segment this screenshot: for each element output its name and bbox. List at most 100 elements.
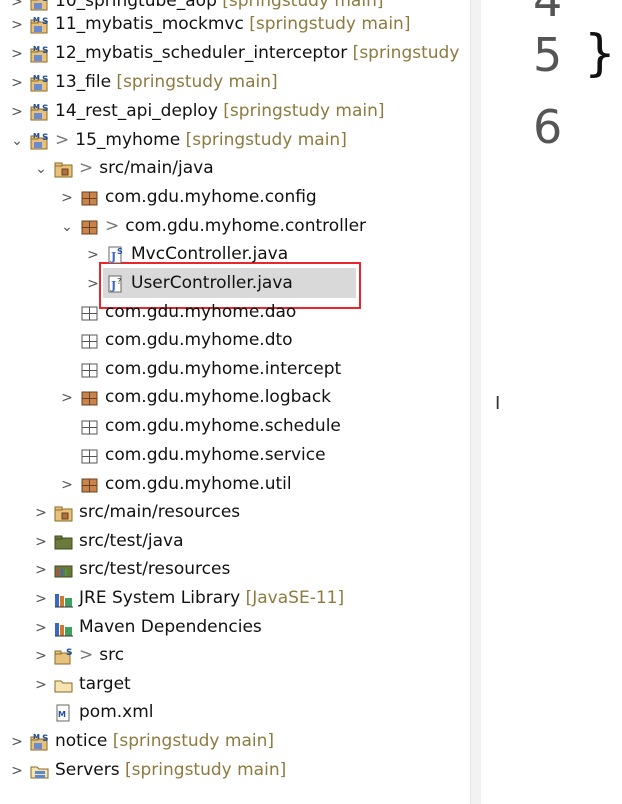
- tree-node-pkg-schedule[interactable]: com.gdu.myhome.schedule: [0, 413, 470, 441]
- expand-chevron-icon[interactable]: >: [34, 619, 48, 637]
- svg-text:S: S: [42, 75, 48, 85]
- expand-chevron-icon[interactable]: >: [34, 647, 48, 665]
- svg-text:M: M: [33, 45, 40, 53]
- code-editor[interactable]: 4 5 } 6: [481, 0, 622, 804]
- expand-chevron-icon[interactable]: >: [60, 189, 74, 207]
- package-explorer: >MS10_springtube_aop [springstudy main]>…: [0, 0, 470, 804]
- tree-node-pom-xml[interactable]: Mpom.xml: [0, 699, 470, 727]
- svg-text:S: S: [66, 648, 72, 658]
- outgoing-changes-arrow: >: [55, 130, 70, 150]
- tree-node-text: 15_myhome: [75, 130, 181, 150]
- tree-node-pkg-util[interactable]: > com.gdu.myhome.util: [0, 471, 470, 499]
- svg-text:S: S: [42, 0, 48, 4]
- tree-node-pkg-controller[interactable]: ⌄ > com.gdu.myhome.controller: [0, 213, 470, 241]
- svg-text:M: M: [58, 710, 66, 719]
- tree-node-label: com.gdu.myhome.dao: [105, 301, 296, 323]
- svg-text:S: S: [42, 46, 48, 56]
- tree-node-pkg-intercept[interactable]: com.gdu.myhome.intercept: [0, 356, 470, 384]
- svg-text:M: M: [33, 74, 40, 82]
- svg-text:?: ?: [117, 277, 121, 286]
- tree-node-src-main-resources[interactable]: > src/main/resources: [0, 499, 470, 527]
- tree-node-file-mvccontroller[interactable]: > J S MvcController.java: [0, 241, 470, 269]
- expand-chevron-icon[interactable]: >: [86, 275, 100, 293]
- tree-node-project-servers[interactable]: > Servers [springstudy main]: [0, 757, 470, 785]
- tree-node-label: 12_mybatis_scheduler_interceptor [spring…: [55, 42, 459, 64]
- folder-icon: [54, 676, 74, 694]
- expand-chevron-icon[interactable]: >: [10, 45, 24, 63]
- svg-text:S: S: [42, 17, 48, 27]
- line-number-6: 6: [533, 100, 563, 154]
- tree-node-text: 14_rest_api_deploy: [55, 101, 218, 121]
- expand-chevron-icon[interactable]: >: [60, 476, 74, 494]
- tree-node-label: notice [springstudy main]: [55, 730, 274, 752]
- tree-node-pkg-service[interactable]: com.gdu.myhome.service: [0, 442, 470, 470]
- code-closing-brace: }: [584, 24, 616, 82]
- expand-chevron-icon[interactable]: >: [60, 389, 74, 407]
- package-icon: [80, 218, 100, 236]
- view-divider[interactable]: [470, 0, 481, 804]
- expand-chevron-icon[interactable]: >: [10, 733, 24, 751]
- outgoing-changes-arrow: >: [79, 158, 94, 178]
- tree-node-jre-system-library[interactable]: > JRE System Library [JavaSE-11]: [0, 585, 470, 613]
- tree-node-maven-dependencies[interactable]: > Maven Dependencies: [0, 614, 470, 642]
- expand-chevron-icon[interactable]: >: [34, 504, 48, 522]
- svg-text:S: S: [117, 247, 123, 256]
- tree-node-text: com.gdu.myhome.logback: [105, 387, 332, 407]
- package-icon: [80, 389, 100, 407]
- javaq-icon: J?: [106, 275, 126, 293]
- package-icon: [80, 189, 100, 207]
- collapse-chevron-icon[interactable]: ⌄: [10, 132, 24, 150]
- git-branch-decoration: [springstudy: [347, 43, 460, 63]
- tree-node-src-test-resources[interactable]: > src/test/resources: [0, 556, 470, 584]
- expand-chevron-icon[interactable]: >: [34, 533, 48, 551]
- svg-text:M: M: [33, 16, 40, 24]
- emptypkg-icon: [80, 332, 100, 350]
- tree-node-file-usercontroller[interactable]: > J? UserController.java: [0, 270, 470, 298]
- svg-text:M: M: [33, 103, 40, 111]
- expand-chevron-icon[interactable]: >: [86, 246, 100, 264]
- expand-chevron-icon[interactable]: >: [10, 16, 24, 34]
- expand-chevron-icon[interactable]: >: [34, 676, 48, 694]
- collapse-chevron-icon[interactable]: ⌄: [60, 218, 74, 236]
- tree-node-pkg-config[interactable]: > com.gdu.myhome.config: [0, 184, 470, 212]
- tree-node-src-test-java[interactable]: > src/test/java: [0, 528, 470, 556]
- git-branch-decoration: [springstudy main]: [217, 101, 385, 121]
- tree-node-text: com.gdu.myhome.dao: [105, 302, 297, 322]
- tree-node-pkg-dao[interactable]: com.gdu.myhome.dao: [0, 299, 470, 327]
- tree-node-text: com.gdu.myhome.util: [105, 474, 292, 494]
- tree-node-target-folder[interactable]: > target: [0, 671, 470, 699]
- emptypkg-icon: [80, 418, 100, 436]
- tree-node-label: pom.xml: [79, 701, 154, 723]
- tree-node-src-main-java[interactable]: ⌄ > src/main/java: [0, 155, 470, 183]
- tree-node-project-13-file[interactable]: > M S 13_file [springstudy main]: [0, 69, 470, 97]
- project-icon: MS: [30, 45, 50, 63]
- srcfolder-icon: [54, 160, 74, 178]
- tree-node-label: target: [79, 673, 131, 695]
- tree-node-project-15-myhome[interactable]: ⌄ M S >15_myhome [springstudy main]: [0, 127, 470, 155]
- tree-node-label: com.gdu.myhome.util: [105, 473, 292, 495]
- expand-chevron-icon[interactable]: >: [34, 561, 48, 579]
- expand-chevron-icon[interactable]: >: [34, 590, 48, 608]
- tree-node-project-notice[interactable]: > M Snotice [springstudy main]: [0, 728, 470, 756]
- git-branch-decoration: [springstudy main]: [111, 72, 278, 92]
- tree-node-pkg-dto[interactable]: com.gdu.myhome.dto: [0, 327, 470, 355]
- tree-node-label: JRE System Library [JavaSE-11]: [79, 587, 344, 609]
- tree-node-project-14-rest-api-deploy[interactable]: > M S 14_rest_api_deploy [springstudy main]: [0, 98, 470, 126]
- expand-chevron-icon[interactable]: >: [10, 103, 24, 121]
- tree-node-src-folder[interactable]: > S > src: [0, 642, 470, 670]
- expand-chevron-icon[interactable]: >: [10, 74, 24, 92]
- tree-node-project-12-mybatis-scheduler[interactable]: > M S 12_mybatis_scheduler_interceptor [spr…: [0, 40, 470, 68]
- svg-text:M: M: [33, 0, 40, 1]
- tree-node-text: com.gdu.myhome.config: [105, 187, 317, 207]
- tree-node-text: com.gdu.myhome.controller: [125, 216, 367, 236]
- tree-node-text: 12_mybatis_scheduler_interceptor: [55, 43, 348, 63]
- svg-text:S: S: [42, 104, 48, 114]
- tree-node-project-11-mybatis-mockmvc[interactable]: > M S 11_mybatis_mockmvc [springstudy main]: [0, 11, 470, 39]
- expand-chevron-icon[interactable]: >: [10, 0, 24, 11]
- git-branch-decoration: [springstudy main]: [243, 14, 411, 34]
- svg-text:J: J: [110, 250, 116, 263]
- svg-text:J: J: [110, 279, 116, 292]
- tree-node-pkg-logback[interactable]: > com.gdu.myhome.logback: [0, 384, 470, 412]
- expand-chevron-icon[interactable]: >: [10, 762, 24, 780]
- collapse-chevron-icon[interactable]: ⌄: [34, 160, 48, 178]
